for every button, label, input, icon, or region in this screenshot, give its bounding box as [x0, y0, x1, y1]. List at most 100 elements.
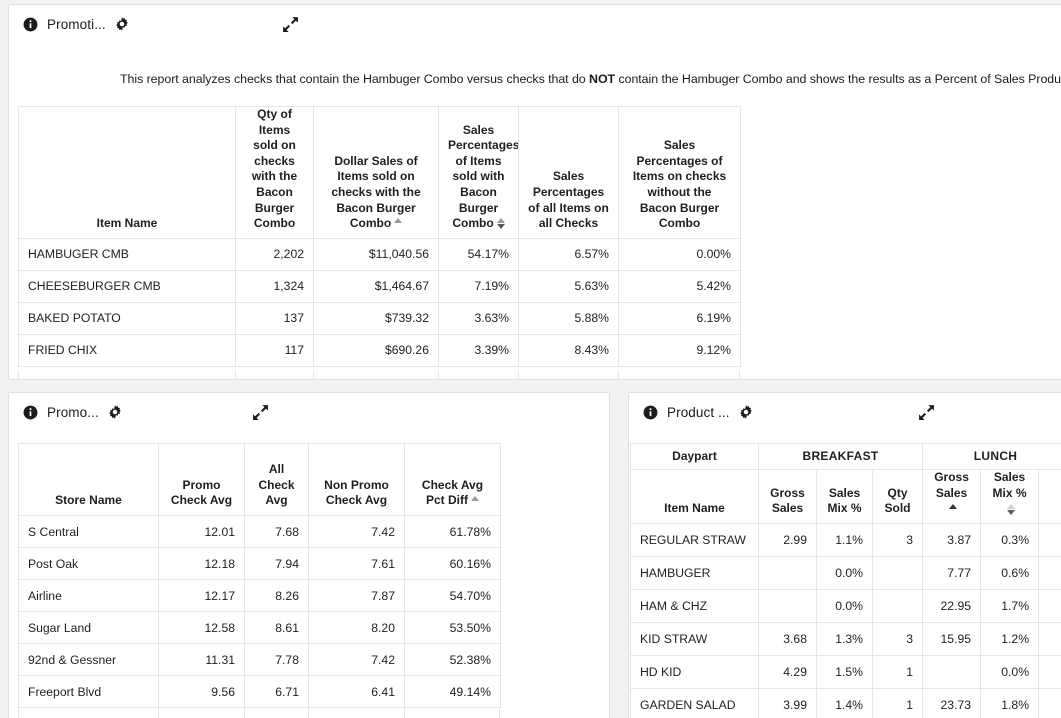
cell-item-name: GARDEN SALAD: [630, 688, 759, 718]
cell-lunch-mix: 1.2%: [980, 622, 1040, 656]
info-icon[interactable]: [23, 17, 38, 32]
sort-ascending-icon[interactable]: [948, 503, 958, 515]
cell-breakfast-qty: 1: [872, 688, 924, 718]
table-row[interactable]: Post Oak 12.18 7.94 7.61 60.16%: [18, 547, 501, 580]
table-row[interactable]: CHEESEBURGER CMB 1,324 $1,464.67 7.19% 5…: [18, 270, 741, 303]
daypart-group-header-row: Daypart BREAKFAST LUNCH: [630, 443, 1061, 470]
store-table-head: Store Name Promo Check Avg All Check Avg…: [18, 443, 501, 516]
col-header-sales-pct-with-bacon-combo[interactable]: Sales Percentages of Items sold with Bac…: [438, 106, 519, 239]
cell-overflow: [1038, 556, 1061, 590]
col-header-store-name[interactable]: Store Name: [18, 443, 159, 516]
cell-dollar-sales: $739.32: [313, 302, 439, 335]
report-description-part2: contain the Hambuger Combo and shows the…: [615, 72, 1061, 86]
info-icon[interactable]: [23, 405, 38, 420]
col-header-lunch-sales-mix-pct[interactable]: Sales Mix %: [980, 469, 1040, 524]
product-table-head: Daypart BREAKFAST LUNCH Item Name Gross …: [630, 443, 1061, 524]
cell-lunch-gross: [922, 655, 982, 689]
panel-left-header: Promo...: [9, 393, 609, 431]
cell-lunch-mix: 1.8%: [980, 688, 1040, 718]
cell-item-name: HAMBUGER: [630, 556, 759, 590]
cell-breakfast-mix: 1.3%: [816, 622, 873, 656]
col-header-all-check-avg[interactable]: All Check Avg: [244, 443, 309, 516]
cell-all-avg: 8.26: [244, 579, 309, 612]
cell-pct-diff: 60.16%: [404, 547, 501, 580]
col-header-item-name[interactable]: Item Name: [18, 106, 236, 239]
panel-right-title: Product ...: [667, 404, 730, 420]
cell-non-promo-avg: 7.42: [308, 515, 405, 548]
gear-icon[interactable]: [108, 405, 122, 419]
table-row[interactable]: BAKED POTATO 137 $739.32 3.63% 5.88% 6.1…: [18, 302, 741, 335]
cell-item-name: FRIED CHIX: [18, 334, 236, 367]
table-header-row: Item Name Qty of Items sold on checks wi…: [18, 106, 741, 239]
cell-pct-all: 6.57%: [518, 238, 619, 271]
cell-overflow: [1038, 523, 1061, 557]
table-row[interactable]: S Central 12.01 7.68 7.42 61.78%: [18, 515, 501, 548]
table-row[interactable]: Freeport Blvd 9.56 6.71 6.41 49.14%: [18, 675, 501, 708]
col-header-sales-pct-without-bacon-combo[interactable]: Sales Percentages of Items on checks wit…: [618, 106, 741, 239]
gear-icon[interactable]: [115, 17, 129, 31]
cell-item-name: HAMBUGER CMB: [18, 238, 236, 271]
cell-item-name: KID STRAW: [630, 622, 759, 656]
cell-breakfast-gross: 3.99: [758, 688, 817, 718]
col-header-dollar-sales-label: Dollar Sales of Items sold on checks wit…: [331, 153, 421, 231]
cell-all-avg: 7.68: [244, 515, 309, 548]
cell-item-name: HAM & CHZ: [630, 589, 759, 623]
col-header-lunch-gross-sales[interactable]: Gross Sales: [922, 469, 982, 524]
cell-store-name: Freeport Blvd: [18, 675, 159, 708]
table-row[interactable]: HAMBUGER CMB 2,202 $11,040.56 54.17% 6.5…: [18, 238, 741, 271]
info-icon[interactable]: [643, 405, 658, 420]
cell-breakfast-mix: 0.0%: [816, 556, 873, 590]
sort-ascending-icon[interactable]: [393, 218, 403, 229]
sort-ascending-icon[interactable]: [470, 495, 479, 507]
table-row[interactable]: KID STRAW 3.68 1.3% 3 15.95 1.2%: [630, 622, 1061, 656]
table-row[interactable]: HAM & CHZ 0.0% 22.95 1.7%: [630, 589, 1061, 623]
report-description-emphasis: NOT: [589, 72, 616, 86]
col-header-breakfast-gross-sales[interactable]: Gross Sales: [758, 469, 817, 524]
col-header-item-name[interactable]: Item Name: [630, 469, 759, 524]
table-row[interactable]: Sugar Land 12.58 8.61 8.20 53.50%: [18, 611, 501, 644]
store-table-body: S Central 12.01 7.68 7.42 61.78% Post Oa…: [18, 515, 501, 708]
col-header-dollar-sales-bacon-combo[interactable]: Dollar Sales of Items sold on checks wit…: [313, 106, 439, 239]
cell-promo-avg: 9.56: [158, 675, 245, 708]
col-header-sales-pct-all-items[interactable]: Sales Percentages of all Items on all Ch…: [518, 106, 619, 239]
gear-icon[interactable]: [739, 405, 753, 419]
col-header-breakfast-qty-sold[interactable]: Qty Sold: [872, 469, 924, 524]
table-row[interactable]: HAMBUGER 0.0% 7.77 0.6%: [630, 556, 1061, 590]
panel-top-title: Promoti...: [47, 16, 106, 32]
table-row[interactable]: 92nd & Gessner 11.31 7.78 7.42 52.38%: [18, 643, 501, 676]
cell-non-promo-avg: 7.87: [308, 579, 405, 612]
expand-diagonal-icon[interactable]: [252, 404, 269, 421]
table-row[interactable]: GARDEN SALAD 3.99 1.4% 1 23.73 1.8%: [630, 688, 1061, 718]
table-row[interactable]: REGULAR STRAW 2.99 1.1% 3 3.87 0.3%: [630, 523, 1061, 557]
cell-item-name: HD KID: [630, 655, 759, 689]
table-row[interactable]: HD KID 4.29 1.5% 1 0.0%: [630, 655, 1061, 689]
col-header-overflow: [1038, 469, 1061, 524]
panel-right-header: Product ...: [629, 393, 1061, 431]
cell-pct-diff: 54.70%: [404, 579, 501, 612]
cell-store-name: S Central: [18, 515, 159, 548]
cell-breakfast-gross: 2.99: [758, 523, 817, 557]
col-header-promo-check-avg[interactable]: Promo Check Avg: [158, 443, 245, 516]
sort-both-icon[interactable]: [1006, 503, 1016, 515]
cell-non-promo-avg: 6.41: [308, 675, 405, 708]
col-header-check-avg-pct-diff[interactable]: Check Avg Pct Diff: [404, 443, 501, 516]
cell-breakfast-qty: 3: [872, 622, 924, 656]
col-header-non-promo-check-avg[interactable]: Non Promo Check Avg: [308, 443, 405, 516]
product-table-body: REGULAR STRAW 2.99 1.1% 3 3.87 0.3% HAMB…: [630, 523, 1061, 718]
expand-diagonal-icon[interactable]: [918, 404, 935, 421]
col-header-qty-items-bacon-combo[interactable]: Qty of Items sold on checks with the Bac…: [235, 106, 314, 239]
cell-breakfast-gross: 3.68: [758, 622, 817, 656]
col-header-sales-pct-with-label: Sales Percentages of Items sold with Bac…: [448, 122, 519, 231]
table-row[interactable]: FRIED CHIX 117 $690.26 3.39% 8.43% 9.12%: [18, 334, 741, 367]
partial-table-row-clipped: [18, 370, 740, 380]
sort-both-icon[interactable]: [496, 218, 505, 230]
expand-diagonal-icon[interactable]: [282, 16, 299, 33]
promotions-item-table: Item Name Qty of Items sold on checks wi…: [18, 106, 741, 367]
cell-breakfast-qty: [872, 556, 924, 590]
cell-item-name: REGULAR STRAW: [630, 523, 759, 557]
table-row[interactable]: Airline 12.17 8.26 7.87 54.70%: [18, 579, 501, 612]
report-description: This report analyzes checks that contain…: [120, 72, 1061, 86]
col-header-breakfast-sales-mix-pct[interactable]: Sales Mix %: [816, 469, 873, 524]
cell-qty: 117: [235, 334, 314, 367]
group-header-lunch: LUNCH: [922, 443, 1061, 470]
